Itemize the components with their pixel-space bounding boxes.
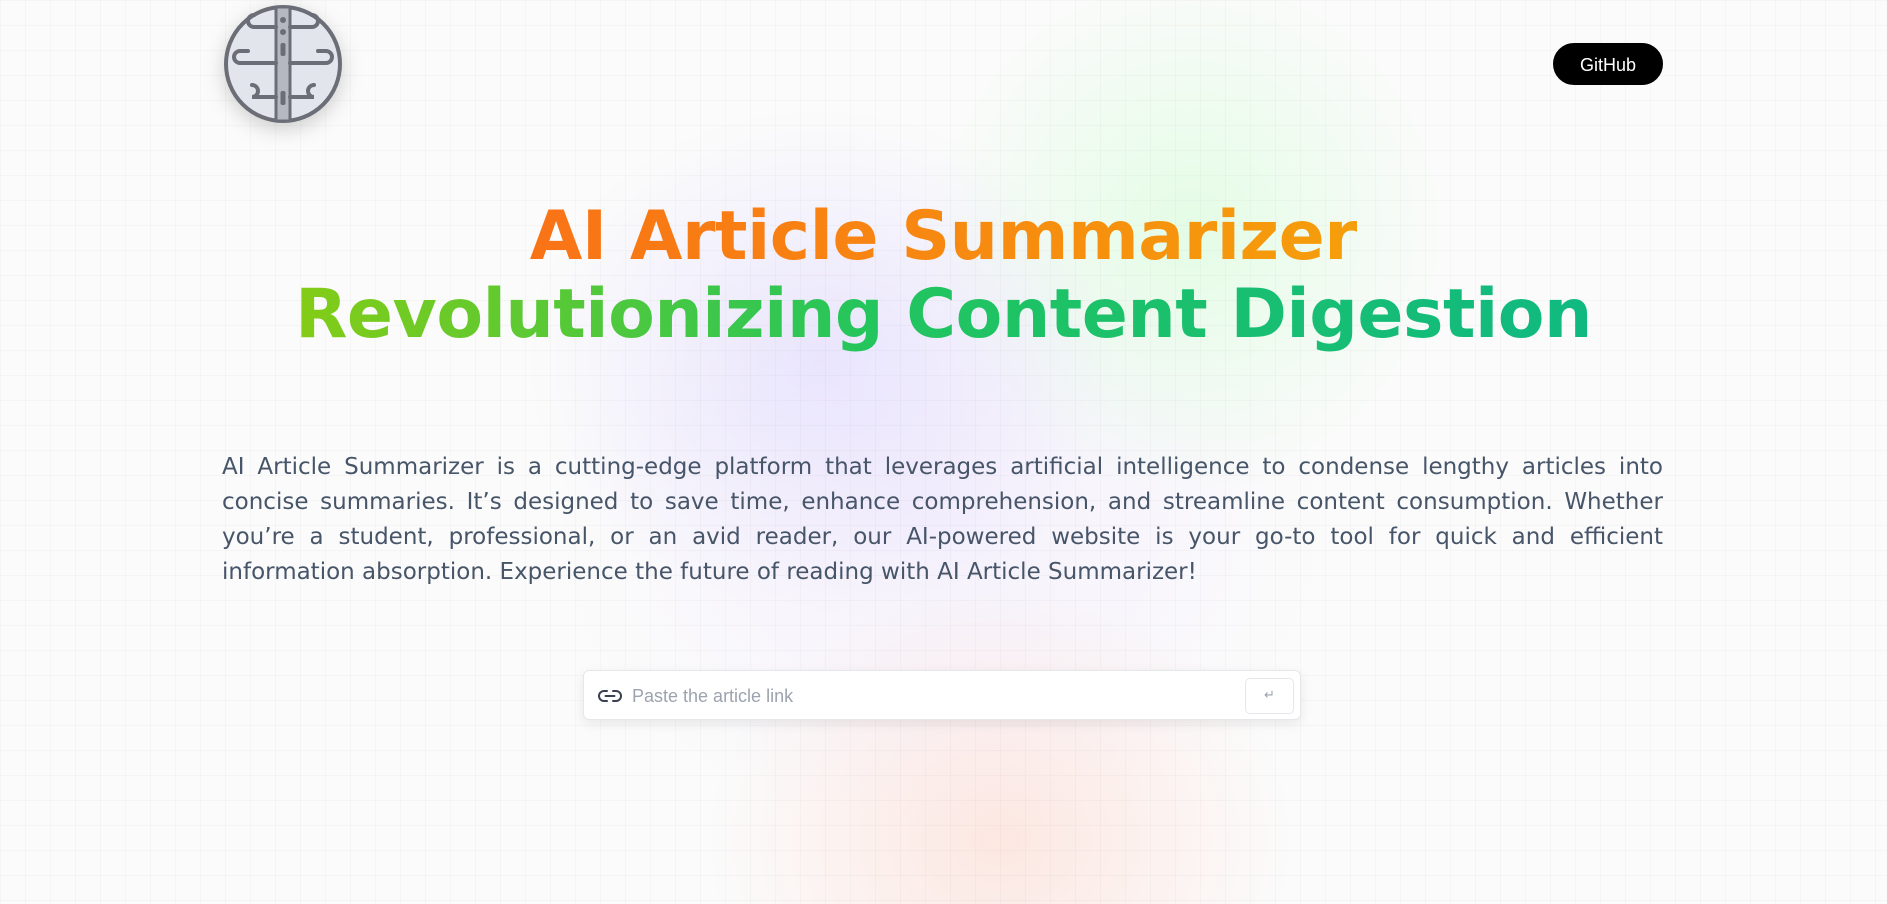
article-link-form: ↵	[583, 670, 1301, 720]
enter-icon: ↵	[1264, 688, 1275, 703]
description-text: AI Article Summarizer is a cutting-edge …	[222, 454, 1663, 585]
article-link-input[interactable]	[632, 679, 1232, 713]
github-button[interactable]: GitHub	[1552, 43, 1663, 85]
submit-enter-button[interactable]: ↵	[1245, 678, 1294, 714]
page-title: AI Article Summarizer Revolutionizing Co…	[0, 198, 1887, 354]
hero-section: AI Article Summarizer Revolutionizing Co…	[0, 198, 1887, 354]
link-icon	[597, 684, 623, 708]
title-line-1: AI Article Summarizer	[529, 197, 1358, 276]
title-line-2: Revolutionizing Content Digestion	[295, 275, 1592, 354]
page: GitHub AI Article Summarizer Revolutioni…	[0, 0, 1887, 904]
brain-logo-icon[interactable]	[222, 3, 344, 125]
top-nav: GitHub	[222, 0, 1663, 128]
